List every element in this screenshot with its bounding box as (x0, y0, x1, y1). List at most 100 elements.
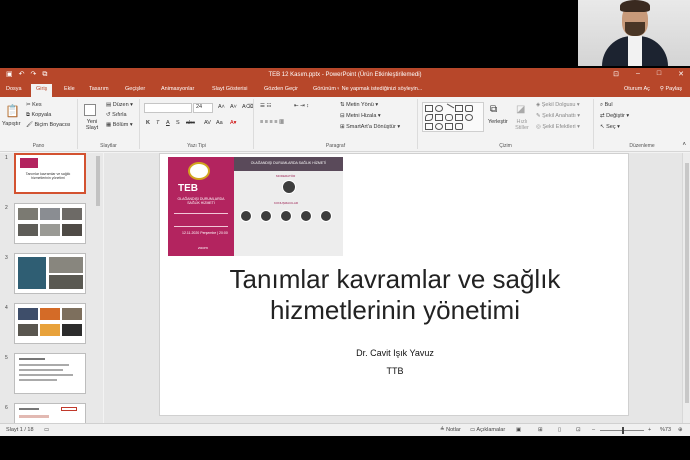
rectangle-icon[interactable] (425, 105, 433, 112)
thumbnail-slide-6[interactable] (14, 403, 86, 423)
arrow-shape-icon[interactable] (455, 114, 463, 121)
smartart-button[interactable]: ⊞ SmartArt'a Dönüştür ▾ (340, 124, 400, 130)
callout-icon[interactable] (465, 105, 473, 112)
thumbnails-scrollbar[interactable] (96, 156, 100, 206)
tab-design[interactable]: Tasarım (89, 86, 109, 92)
quick-styles-button[interactable]: Hızlı Stiller (513, 119, 531, 131)
arc-icon[interactable] (425, 114, 433, 121)
notes-button[interactable]: ≜ Notlar (440, 427, 461, 433)
arrange-button[interactable]: Yerleştir (488, 119, 508, 125)
heart-icon[interactable] (465, 114, 473, 121)
align-text-button[interactable]: ⊟ Metni Hizala ▾ (340, 113, 381, 119)
layout-button[interactable]: ▤ Düzen ▾ (106, 102, 133, 108)
share-button[interactable]: ⚲ Paylaş (660, 86, 682, 92)
arrange-icon[interactable]: ⧉ (490, 104, 497, 115)
italic-button[interactable]: T (156, 120, 159, 126)
sign-in-link[interactable]: Oturum Aç (624, 86, 650, 92)
rounded-rect-icon[interactable] (455, 105, 463, 112)
normal-view-icon[interactable]: ▣ (516, 427, 521, 433)
speakers-label: KONUŞMACILAR (274, 201, 299, 205)
thumb-photo (40, 308, 60, 320)
smiley-icon[interactable] (435, 123, 443, 130)
thumbnail-slide-3[interactable] (14, 253, 86, 294)
shadow-button[interactable]: S (176, 120, 180, 126)
thumbnail-slide-1[interactable]: Tanımlar kavramlar ve sağlık hizmetlerin… (14, 153, 86, 194)
line-icon[interactable] (443, 103, 455, 114)
grow-font-icon[interactable]: A˄ (218, 104, 225, 110)
select-button[interactable]: ↖ Seç ▾ (600, 124, 620, 130)
strikethrough-button[interactable]: abc (186, 120, 195, 126)
spellcheck-icon[interactable]: ▭ (44, 427, 49, 433)
font-size-input[interactable]: 24 (193, 103, 213, 113)
replace-button[interactable]: ⇄ Değiştir ▾ (600, 113, 629, 119)
cut-button[interactable]: ✂ Kes (26, 102, 42, 108)
tab-file[interactable]: Dosya (6, 86, 22, 92)
slide-organization[interactable]: TTB (160, 366, 630, 376)
bold-button[interactable]: K (146, 120, 150, 126)
underline-button[interactable]: A (166, 120, 170, 126)
zoom-out-icon[interactable]: – (592, 427, 595, 433)
current-slide[interactable]: TEB OLAĞANDIŞI DURUMLARDA SAĞLIK HİZMETİ… (159, 153, 629, 416)
change-case-icon[interactable]: Aa (216, 120, 223, 126)
slide-sorter-icon[interactable]: ⊞ (538, 427, 543, 433)
copy-button[interactable]: ⧉ Kopyala (26, 112, 51, 119)
zoom-level[interactable]: %73 (660, 427, 671, 433)
tell-me-box[interactable]: ♀ Ne yapmak istediğinizi söyleyin... (336, 86, 422, 92)
tab-view[interactable]: Görünüm (313, 86, 336, 92)
thumbnail-slide-4[interactable] (14, 303, 86, 344)
slide-title[interactable]: Tanımlar kavramlar ve sağlık hizmetlerin… (160, 264, 630, 326)
collapse-ribbon-icon[interactable]: ˄ (682, 142, 686, 148)
indent-icon[interactable]: ⇤ ⇥ ↕ (294, 103, 309, 109)
reset-button[interactable]: ↺ Sıfırla (106, 112, 127, 118)
shape-effects-button[interactable]: ◎ Şekil Efektleri ▾ (536, 124, 580, 130)
tab-transitions[interactable]: Geçişler (125, 86, 145, 92)
quick-styles-icon[interactable]: ◪ (516, 104, 525, 115)
align-icons[interactable]: ≡ ≡ ≡ ≡ ▥ (260, 119, 284, 125)
star-icon[interactable] (445, 114, 453, 121)
clear-format-icon[interactable]: A⌫ (242, 104, 253, 110)
slideshow-view-icon[interactable]: ⊡ (576, 427, 581, 433)
tab-slide-show[interactable]: Slayt Gösterisi (212, 86, 247, 92)
thumbnail-slide-5[interactable] (14, 353, 86, 394)
shapes-gallery[interactable] (422, 102, 484, 132)
paste-button[interactable]: Yapıştır (2, 121, 21, 127)
comments-button[interactable]: ▭ Açıklamalar (470, 427, 505, 433)
reading-view-icon[interactable]: ▯ (558, 427, 561, 433)
paste-icon[interactable]: 📋 (5, 104, 20, 118)
shape-fill-button[interactable]: ◈ Şekil Dolgusu ▾ (536, 102, 580, 108)
font-name-input[interactable] (144, 103, 192, 113)
find-button[interactable]: ⌕ Bul (600, 102, 613, 109)
tab-animations[interactable]: Animasyonlar (161, 86, 194, 92)
section-button[interactable]: ▦ Bölüm ▾ (106, 122, 133, 128)
editor-scrollbar[interactable] (682, 153, 690, 423)
brace-icon[interactable] (425, 123, 433, 130)
new-slide-icon[interactable] (84, 104, 96, 116)
flowchart-icon[interactable] (455, 123, 463, 130)
char-spacing-icon[interactable]: AV (204, 120, 211, 126)
bullets-icon[interactable]: ☰ ☷ (260, 103, 271, 109)
fit-slide-icon[interactable]: ⊕ (678, 427, 683, 433)
maximize-icon[interactable]: □ (657, 70, 661, 78)
tab-review[interactable]: Gözden Geçir (264, 86, 298, 92)
triangle-icon[interactable] (435, 114, 443, 121)
close-icon[interactable]: ✕ (678, 70, 684, 78)
thumbnail-slide-2[interactable] (14, 203, 86, 244)
tab-home[interactable]: Giriş (31, 84, 53, 97)
ribbon-options-icon[interactable]: ⊡ (613, 70, 619, 78)
oval-icon[interactable] (435, 105, 443, 112)
font-color-icon[interactable]: A▾ (230, 120, 236, 126)
thumb-number: 3 (5, 255, 8, 261)
scrollbar-thumb[interactable] (685, 163, 689, 403)
zoom-slider-thumb[interactable] (622, 427, 624, 434)
format-painter-button[interactable]: 🖌 Biçim Boyacısı (26, 122, 71, 128)
text-direction-button[interactable]: ⇅ Metin Yönü ▾ (340, 102, 378, 108)
shrink-font-icon[interactable]: A˅ (230, 104, 237, 110)
slide-author[interactable]: Dr. Cavit Işık Yavuz (160, 348, 630, 358)
tab-insert[interactable]: Ekle (64, 86, 75, 92)
align-text-label: Metni Hizala (346, 113, 377, 119)
minimize-icon[interactable]: – (636, 70, 640, 78)
shape-outline-button[interactable]: ✎ Şekil Anahattı ▾ (536, 113, 580, 119)
zoom-in-icon[interactable]: + (648, 427, 651, 433)
bracket-icon[interactable] (445, 123, 453, 130)
new-slide-button[interactable]: Yeni Slayt (82, 119, 102, 131)
